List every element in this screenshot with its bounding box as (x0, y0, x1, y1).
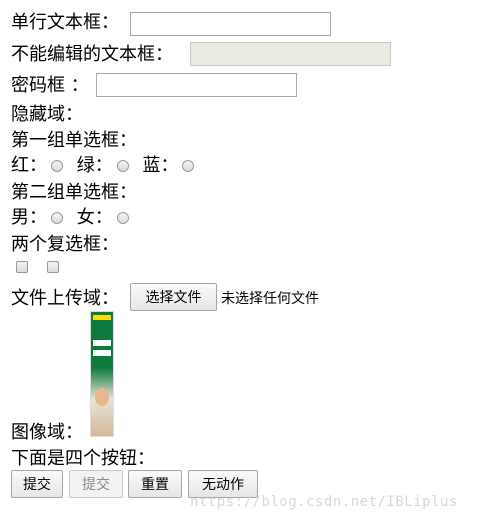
readonly-field (190, 42, 391, 66)
password-field[interactable] (96, 73, 297, 97)
radio-female-label: 女： (76, 207, 113, 228)
radio-group1-title: 第一组单选框： (11, 130, 137, 151)
choose-file-button[interactable]: 选择文件 (130, 283, 217, 311)
buttons-title: 下面是四个按钮： (11, 448, 155, 469)
radio-female[interactable] (116, 212, 129, 224)
upload-status: 未选择任何文件 (221, 291, 319, 307)
checkbox-title: 两个复选框： (11, 234, 119, 255)
radio-group2-title: 第二组单选框： (11, 182, 137, 203)
ad-face-shape (95, 388, 109, 406)
checkbox-2[interactable] (47, 261, 59, 273)
radio-group1: 红： 绿： 蓝： (11, 155, 202, 177)
radio-male-label: 男： (11, 207, 47, 228)
ad-text-line (93, 340, 111, 346)
radio-green-label: 绿： (76, 155, 113, 176)
radio-red[interactable] (51, 160, 63, 172)
watermark: https://blog.csdn.net/IBLiplus (190, 494, 458, 510)
radio-red-label: 红： (11, 155, 47, 176)
ad-text-line (93, 350, 111, 356)
upload-label: 文件上传域： (11, 288, 119, 309)
radio-green[interactable] (116, 160, 129, 172)
text-field[interactable] (130, 12, 331, 36)
radio-male[interactable] (51, 212, 63, 224)
ad-brand-mark (93, 315, 111, 320)
radio-group2: 男： 女： (11, 207, 137, 229)
readonly-field-label: 不能编辑的文本框： (11, 44, 173, 65)
text-field-label: 单行文本框： (11, 12, 119, 33)
radio-blue[interactable] (182, 160, 195, 172)
image-submit-button[interactable] (90, 311, 114, 437)
password-field-label: 密码框 ： (11, 75, 89, 96)
submit-button[interactable]: 提交 (11, 470, 63, 498)
image-field-label: 图像域： (11, 422, 83, 443)
reset-button[interactable]: 重置 (128, 470, 182, 498)
radio-blue-label: 蓝： (142, 155, 179, 176)
checkbox-1[interactable] (16, 261, 28, 273)
submit-disabled-button: 提交 (69, 470, 123, 498)
hidden-field-label: 隐藏域： (11, 104, 83, 125)
